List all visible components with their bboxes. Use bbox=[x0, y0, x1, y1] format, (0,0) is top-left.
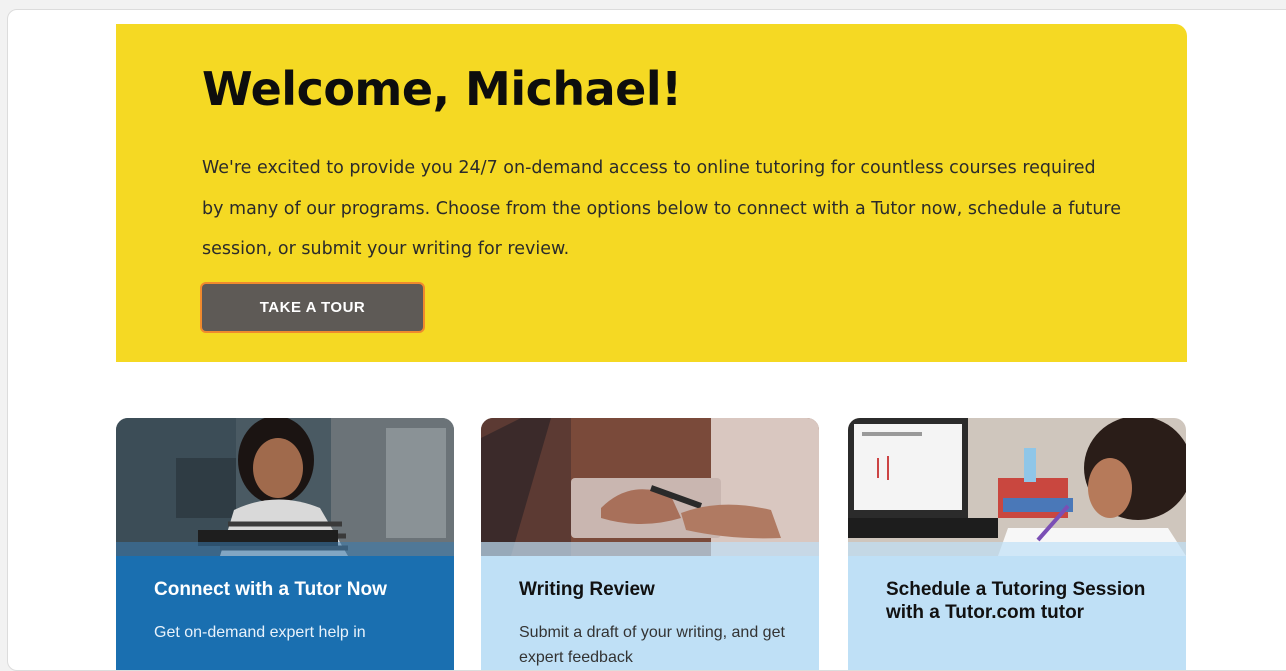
card-title: Schedule a Tutoring Session with a Tutor… bbox=[886, 579, 1146, 623]
welcome-heading: Welcome, Michael! bbox=[202, 62, 682, 116]
welcome-description: We're excited to provide you 24/7 on-dem… bbox=[202, 158, 1121, 259]
card-description: Submit a draft of your writing, and get … bbox=[519, 624, 785, 666]
student-laptop-image bbox=[116, 418, 454, 556]
take-a-tour-button[interactable]: TAKE A TOUR bbox=[200, 282, 425, 333]
card-title: Writing Review bbox=[519, 579, 655, 600]
writing-review-card[interactable]: Writing Review Submit a draft of your wr… bbox=[481, 418, 819, 670]
welcome-banner: Welcome, Michael! We're excited to provi… bbox=[116, 24, 1187, 362]
schedule-session-card[interactable]: Schedule a Tutoring Session with a Tutor… bbox=[848, 418, 1186, 670]
connect-tutor-card[interactable]: Connect with a Tutor Now Get on-demand e… bbox=[116, 418, 454, 670]
card-description: Get on-demand expert help in bbox=[154, 624, 366, 641]
card-title: Connect with a Tutor Now bbox=[154, 579, 387, 600]
writing-hands-image bbox=[481, 418, 819, 556]
browser-frame: Welcome, Michael! We're excited to provi… bbox=[7, 9, 1286, 671]
student-studying-image bbox=[848, 418, 1186, 556]
